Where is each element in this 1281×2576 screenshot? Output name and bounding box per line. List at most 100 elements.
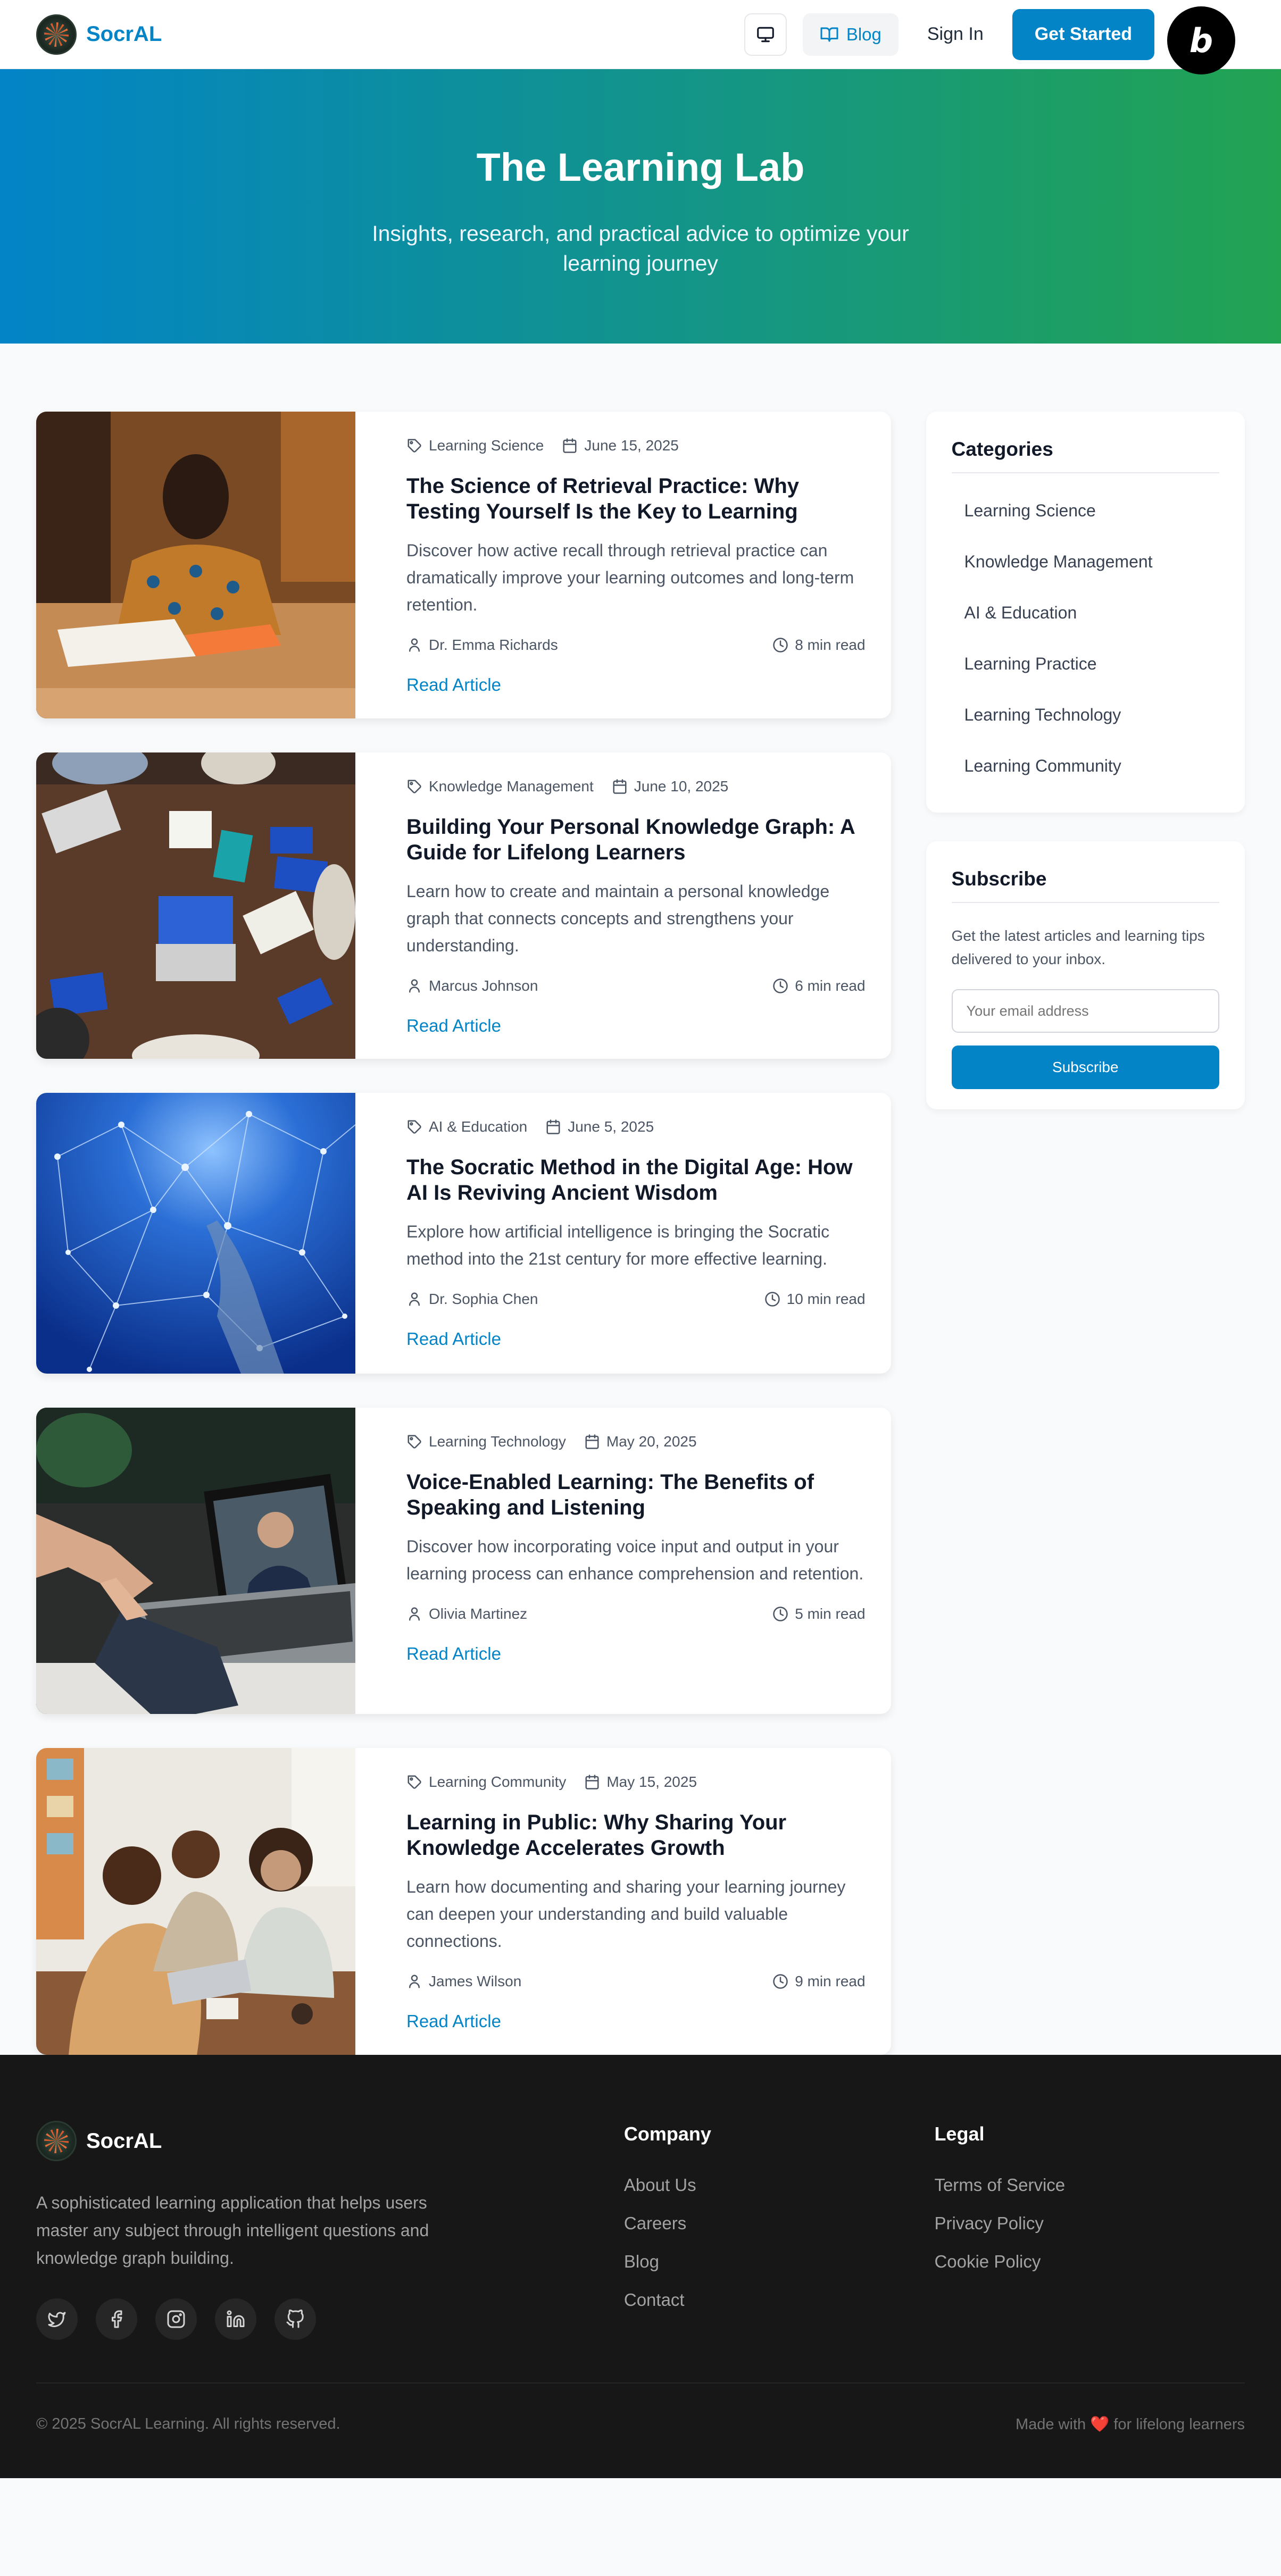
site-footer: SocrAL A sophisticated learning applicat… [0, 2055, 1281, 2478]
article-category[interactable]: AI & Education [406, 1118, 527, 1135]
footer-logo[interactable]: SocrAL [36, 2121, 624, 2161]
article-list: Learning Science June 15, 2025 The Scien… [36, 412, 891, 2055]
twitter-icon [48, 2312, 66, 2327]
display-toggle-button[interactable] [744, 13, 787, 56]
article-excerpt: Discover how active recall through retri… [406, 541, 854, 614]
book-open-icon [820, 27, 838, 41]
article-card[interactable]: Learning Science June 15, 2025 The Scien… [36, 412, 891, 718]
built-with-badge[interactable]: b [1167, 6, 1235, 74]
footer-company-column: Company About Us Careers Blog Contact [624, 2121, 935, 2340]
user-icon [409, 979, 420, 993]
footer-bottom-bar: © 2025 SocrAL Learning. All rights reser… [36, 2382, 1245, 2433]
article-meta: Knowledge Management June 10, 2025 [406, 778, 866, 795]
article-read-time-label: 5 min read [795, 1605, 866, 1622]
article-excerpt: Learn how to create and maintain a perso… [406, 881, 830, 955]
article-image[interactable] [36, 1093, 356, 1374]
clock-icon [773, 1974, 788, 1989]
article-date: May 20, 2025 [584, 1433, 697, 1450]
footer-link-cookies[interactable]: Cookie Policy [934, 2253, 1245, 2271]
article-date: June 5, 2025 [545, 1118, 654, 1135]
article-date-label: June 5, 2025 [568, 1118, 654, 1135]
brand-logo[interactable]: SocrAL [36, 14, 162, 55]
article-image[interactable] [36, 1407, 355, 1714]
sign-in-link[interactable]: Sign In [914, 24, 996, 45]
article-date-label: May 15, 2025 [606, 1774, 697, 1791]
tag-icon [407, 439, 421, 453]
category-link-learning-practice[interactable]: Learning Practice [952, 638, 1219, 689]
article-footer: Marcus Johnson 6 min read [406, 977, 866, 994]
article-author-name: Olivia Martinez [429, 1605, 528, 1622]
top-nav: SocrAL Blog Sign In Get Started b [0, 0, 1281, 74]
article-card[interactable]: Knowledge Management June 10, 2025 Build… [36, 752, 891, 1059]
article-author: James Wilson [406, 1973, 521, 1990]
made-with-suffix: for lifelong learners [1113, 2416, 1245, 2433]
facebook-link[interactable] [96, 2298, 137, 2340]
article-title[interactable]: The Socratic Method in the Digital Age: … [406, 1155, 866, 1206]
nav-blog-link[interactable]: Blog [802, 13, 899, 56]
article-category[interactable]: Learning Science [406, 437, 544, 454]
category-link-learning-science[interactable]: Learning Science [952, 485, 1219, 536]
article-meta: Learning Community May 15, 2025 [406, 1774, 866, 1791]
tag-icon [407, 1775, 421, 1789]
read-article-link[interactable]: Read Article [406, 675, 866, 695]
article-footer: James Wilson 9 min read [406, 1973, 866, 1990]
linkedin-link[interactable] [215, 2298, 256, 2340]
article-date-label: May 20, 2025 [606, 1433, 697, 1450]
user-icon [409, 638, 420, 652]
footer-link-about[interactable]: About Us [624, 2176, 935, 2194]
article-image[interactable] [36, 752, 355, 1059]
footer-description: A sophisticated learning application tha… [36, 2193, 429, 2268]
get-started-button[interactable]: Get Started [1012, 9, 1154, 60]
article-category[interactable]: Learning Community [406, 1774, 566, 1791]
article-card[interactable]: Learning Community May 15, 2025 Learning… [36, 1748, 891, 2055]
read-article-link[interactable]: Read Article [406, 1016, 866, 1036]
category-link-knowledge-management[interactable]: Knowledge Management [952, 536, 1219, 587]
footer-link-terms[interactable]: Terms of Service [934, 2176, 1245, 2194]
article-title[interactable]: The Science of Retrieval Practice: Why T… [406, 473, 866, 524]
tag-icon [407, 1435, 421, 1449]
article-read-time: 8 min read [772, 637, 866, 654]
article-category-label: AI & Education [429, 1118, 528, 1135]
read-article-link[interactable]: Read Article [406, 1644, 866, 1664]
article-card[interactable]: Learning Technology May 20, 2025 Voice-E… [36, 1407, 891, 1714]
footer-link-blog[interactable]: Blog [624, 2253, 935, 2271]
article-image[interactable] [36, 412, 355, 718]
footer-link-privacy[interactable]: Privacy Policy [934, 2214, 1245, 2232]
article-title[interactable]: Voice-Enabled Learning: The Benefits of … [406, 1469, 866, 1520]
calendar-icon [613, 779, 627, 794]
article-author: Dr. Sophia Chen [406, 1291, 538, 1308]
twitter-link[interactable] [36, 2298, 78, 2340]
facebook-icon [112, 2310, 122, 2328]
subscribe-button[interactable]: Subscribe [951, 1046, 1219, 1089]
read-article-link[interactable]: Read Article [406, 2011, 866, 2031]
copyright-text: © 2025 SocrAL Learning. All rights reser… [36, 2415, 340, 2432]
nav-links: Blog Sign In Get Started [744, 9, 1154, 60]
category-link-ai-education[interactable]: AI & Education [952, 587, 1219, 638]
footer-link-careers[interactable]: Careers [624, 2214, 935, 2232]
tag-icon [407, 1120, 421, 1134]
footer-link-contact[interactable]: Contact [624, 2291, 935, 2309]
github-link[interactable] [274, 2298, 316, 2340]
category-link-learning-technology[interactable]: Learning Technology [952, 689, 1219, 740]
article-title[interactable]: Learning in Public: Why Sharing Your Kno… [406, 1810, 866, 1861]
monitor-icon [756, 27, 774, 42]
article-category[interactable]: Learning Technology [406, 1433, 566, 1450]
instagram-link[interactable] [155, 2298, 197, 2340]
article-category[interactable]: Knowledge Management [406, 778, 594, 795]
footer-brand: SocrAL A sophisticated learning applicat… [36, 2121, 624, 2340]
article-body: Learning Science June 15, 2025 The Scien… [355, 412, 891, 718]
read-article-link[interactable]: Read Article [406, 1329, 866, 1349]
article-category-label: Learning Technology [429, 1433, 566, 1450]
article-author: Dr. Emma Richards [406, 637, 558, 654]
categories-heading: Categories [951, 438, 1219, 473]
page-title: The Learning Lab [476, 145, 805, 189]
group-discussion-image [36, 1748, 355, 2055]
article-body: Learning Community May 15, 2025 Learning… [355, 1748, 891, 2055]
category-link-learning-community[interactable]: Learning Community [952, 740, 1219, 791]
clock-icon [764, 1292, 780, 1307]
main-content: Learning Science June 15, 2025 The Scien… [0, 344, 1281, 2055]
email-input[interactable] [951, 989, 1219, 1033]
article-title[interactable]: Building Your Personal Knowledge Graph: … [406, 814, 866, 865]
article-image[interactable] [36, 1748, 355, 2055]
article-card[interactable]: AI & Education June 5, 2025 The Socratic… [36, 1093, 891, 1374]
